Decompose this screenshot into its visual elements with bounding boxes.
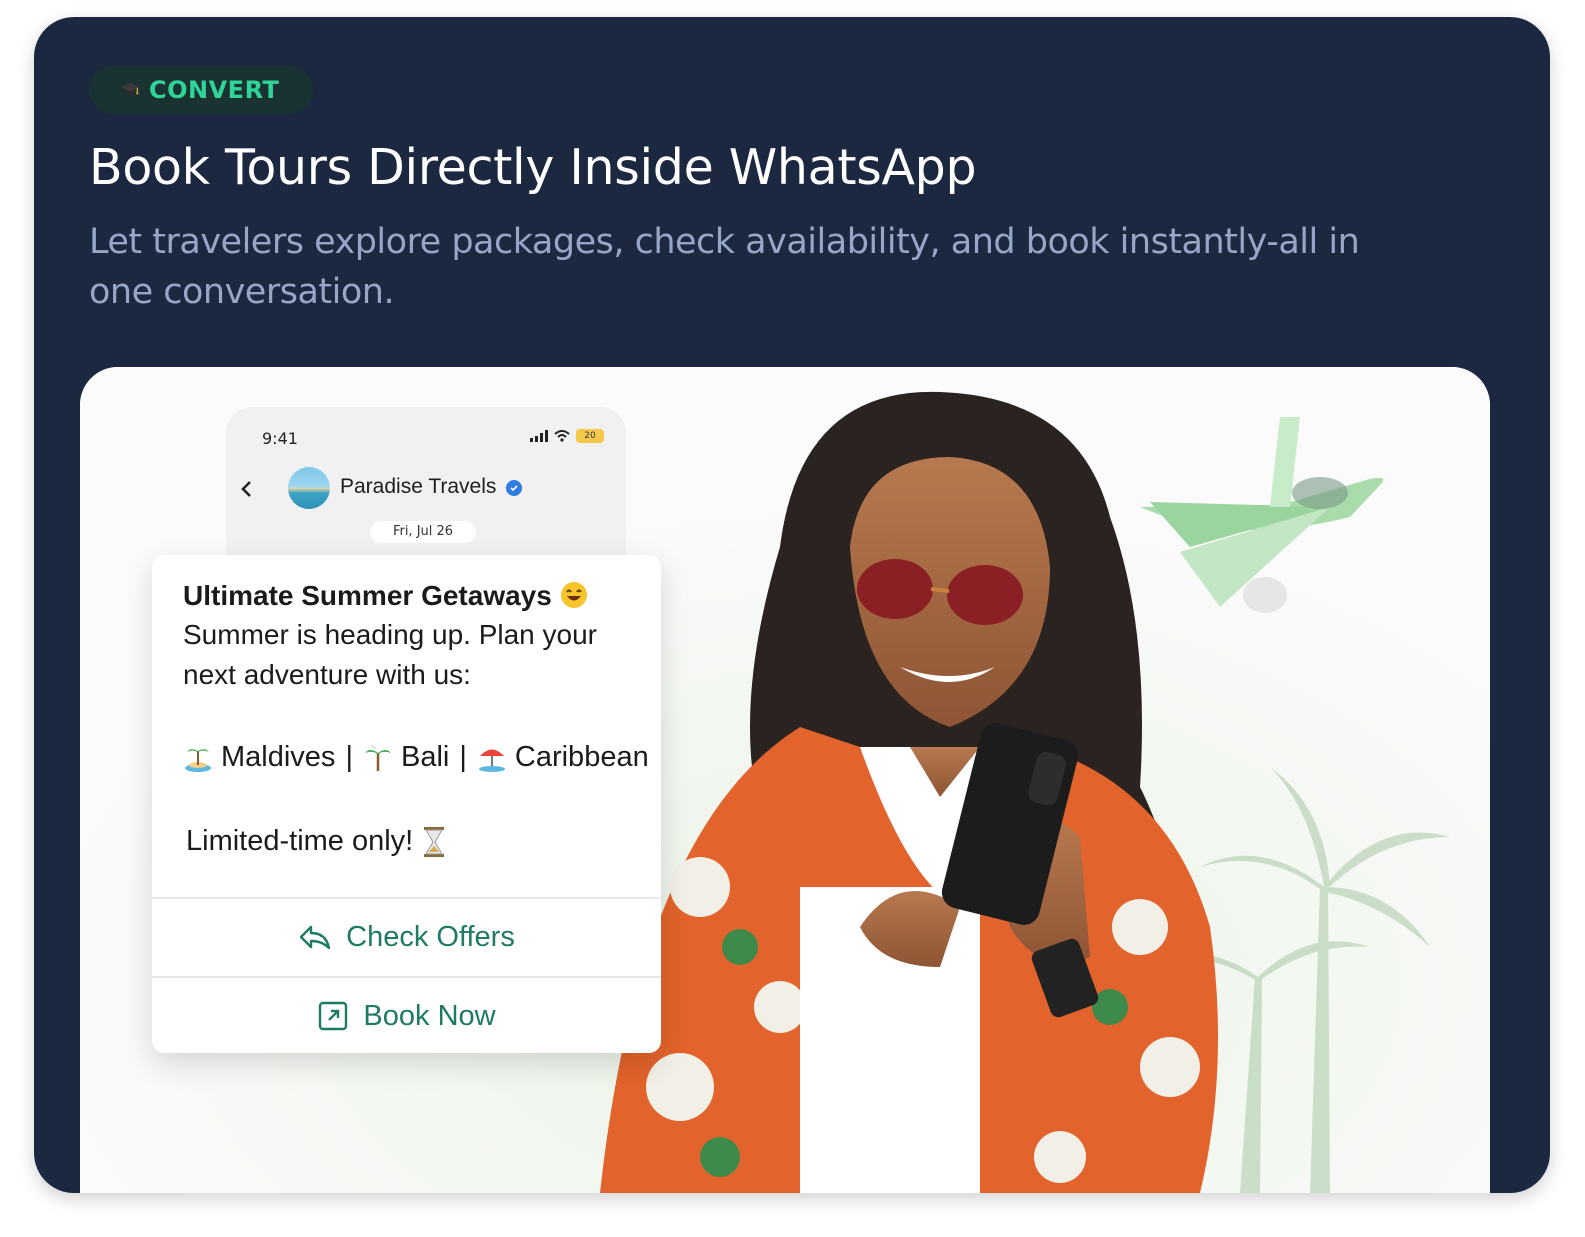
island-icon	[185, 748, 211, 772]
status-icons: 20	[530, 429, 604, 443]
destinations-line: Maldives | Bali | Caribbean	[183, 741, 649, 774]
date-pill: Fri, Jul 26	[370, 521, 476, 543]
page-subtitle: Let travelers explore packages, check av…	[89, 222, 1360, 312]
book-now-button[interactable]: Book Now	[152, 976, 661, 1054]
message-body: Summer is heading up. Plan your next adv…	[183, 619, 597, 690]
wifi-icon	[554, 430, 570, 442]
avatar[interactable]	[288, 467, 330, 509]
verified-badge-icon	[506, 480, 522, 496]
badge-label: CONVERT	[149, 76, 280, 104]
grinning-face-icon	[560, 582, 587, 608]
signal-icon	[530, 430, 548, 442]
status-time: 9:41	[262, 429, 298, 448]
back-chevron-icon[interactable]	[238, 479, 254, 499]
graduation-cap-icon	[120, 82, 140, 96]
convert-badge: CONVERT	[89, 66, 314, 114]
contact-name[interactable]: Paradise Travels	[340, 475, 496, 499]
reply-arrow-icon	[299, 925, 331, 950]
phone-header: 9:41 20 Paradise Travels Fri, Jul 26	[226, 407, 626, 567]
hourglass-icon	[424, 826, 445, 857]
external-link-icon	[319, 1001, 348, 1031]
hero-image: 9:41 20 Paradise Travels Fri, Jul 26 Ult…	[80, 367, 1490, 1193]
beach-umbrella-icon	[478, 749, 505, 772]
battery-icon: 20	[576, 429, 604, 443]
feature-card: CONVERT Book Tours Directly Inside Whats…	[34, 17, 1550, 1193]
page-title: Book Tours Directly Inside WhatsApp	[89, 139, 977, 196]
palm-tree-icon	[364, 744, 391, 771]
message-bubble: Ultimate Summer Getaways Summer is headi…	[152, 555, 661, 1053]
check-offers-button[interactable]: Check Offers	[152, 897, 661, 975]
message-title: Ultimate Summer Getaways	[183, 577, 653, 615]
limited-time-text: Limited-time only!	[186, 825, 447, 858]
